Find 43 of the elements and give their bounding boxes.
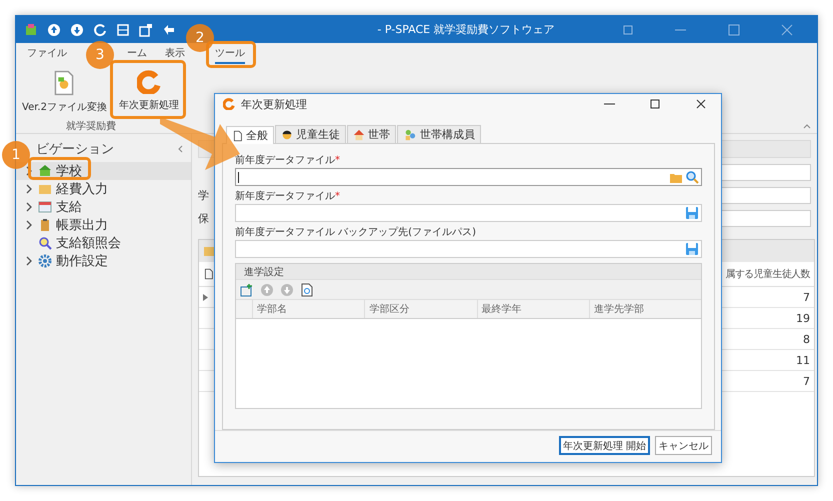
nav-label: 経費入力 (56, 181, 108, 198)
nav-label: 帳票出力 (56, 217, 108, 234)
group-title: 進学設定 (244, 266, 284, 279)
nav-label: 支給額照会 (56, 235, 121, 252)
nav-item[interactable]: 動作設定 (16, 252, 191, 270)
nav-label: 学校 (56, 163, 82, 180)
menu-tab[interactable]: ーム (127, 46, 147, 64)
field-label: 前年度データファイル バックアップ先(ファイルパス) (235, 226, 476, 240)
column-header: 属する児童生徒人数 (725, 268, 810, 281)
column-header: 学部名 (252, 300, 364, 318)
table-cell: 19 (796, 312, 810, 324)
nav-item[interactable]: 支給額照会 (16, 234, 191, 252)
table-cell: 7 (803, 374, 810, 388)
nav-item[interactable]: 帳票出力 (16, 216, 191, 234)
nav-item[interactable]: 支給 (16, 198, 191, 216)
table-cell: 11 (796, 354, 810, 366)
window-title: - P-SPACE 就学奨励費ソフトウェア (376, 22, 555, 37)
tab[interactable]: 世帯構成員 (397, 125, 481, 144)
field-label: 学 (198, 188, 210, 203)
ribbon-group-label: 就学奨励費 (66, 120, 116, 133)
nav-item[interactable]: 学校 (16, 162, 191, 180)
table-cell: 8 (803, 332, 810, 346)
column-header: 最終学年 (476, 300, 589, 318)
menu-tab[interactable]: ツール (215, 46, 245, 64)
step-number: 1 (2, 141, 30, 169)
field-label: 保 (198, 211, 210, 226)
tab[interactable]: 世帯 (347, 125, 396, 144)
ribbon-button[interactable]: Ver.2ファイル変換 (20, 70, 109, 114)
menu-tab[interactable]: 表示 (165, 46, 185, 64)
table-cell: 7 (803, 290, 810, 304)
cancel-button[interactable]: キャンセル (655, 436, 712, 456)
panel-title: ビゲーション (36, 141, 114, 158)
ribbon-button[interactable]: 年次更新処理 (116, 70, 181, 112)
menu-tab[interactable]: ファイル (27, 46, 67, 64)
dialog-title: 年次更新処理 (241, 96, 308, 112)
tab[interactable]: 全般 (226, 126, 274, 144)
nav-label: 動作設定 (56, 253, 108, 270)
nav-label: 支給 (56, 199, 82, 216)
column-header: 進学先学部 (588, 300, 701, 318)
start-button[interactable]: 年次更新処理 開始 (558, 436, 650, 456)
column-header: 学部区分 (364, 300, 476, 318)
tab[interactable]: 児童生徒 (275, 125, 346, 144)
nav-item[interactable]: 経費入力 (16, 180, 191, 198)
